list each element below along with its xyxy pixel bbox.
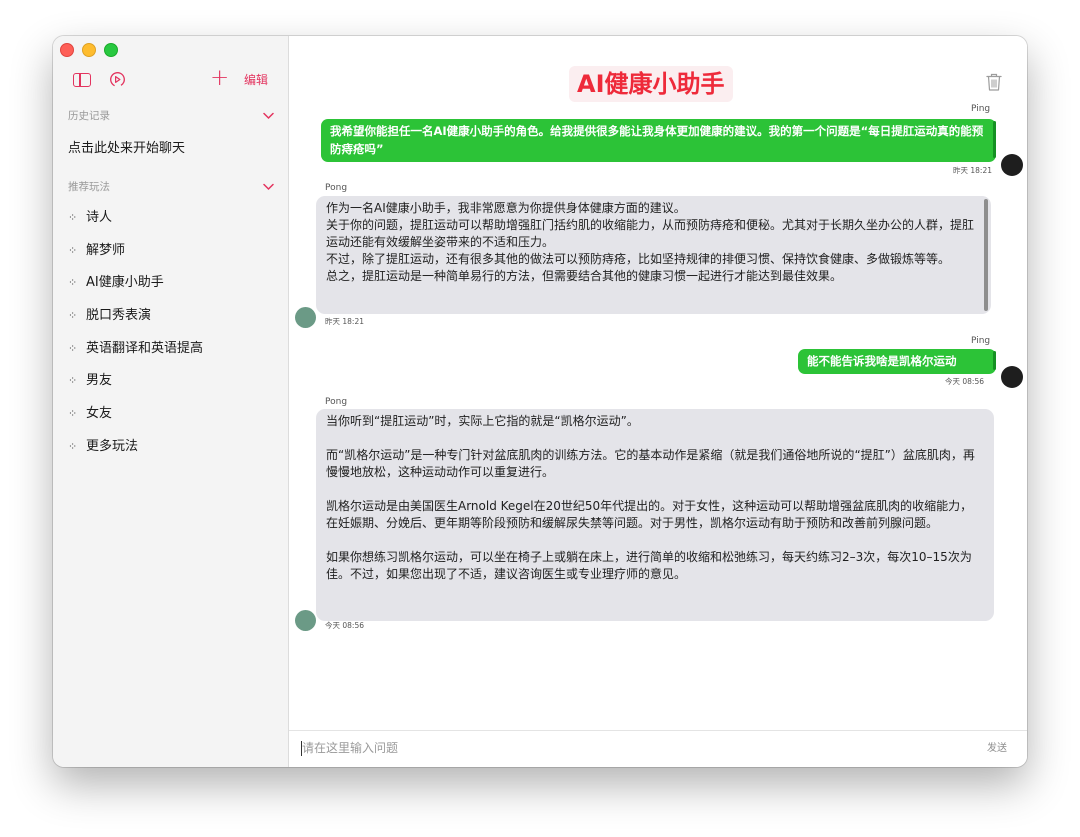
user-message-bubble: 我希望你能担任一名AI健康小助手的角色。给我提供很多能让我身体更加健康的建议。我… bbox=[321, 119, 996, 162]
sparkle-icon: ⁘ bbox=[68, 243, 78, 257]
bubble-scrollbar[interactable] bbox=[984, 199, 988, 311]
message-sender: Ping bbox=[971, 104, 991, 114]
message-paragraph: 不过，除了提肛运动，还有很多其他的做法可以预防痔疮，比如坚持规律的排便习惯、保持… bbox=[326, 252, 951, 266]
history-header-label: 历史记录 bbox=[68, 110, 110, 122]
message-text: 我希望你能担任一名AI健康小助手的角色。给我提供很多能让我身体更加健康的建议。我… bbox=[330, 124, 984, 156]
window-controls bbox=[60, 43, 118, 57]
recommend-header-label: 推荐玩法 bbox=[68, 181, 110, 193]
user-avatar[interactable] bbox=[1001, 154, 1023, 176]
recommend-list: ⁘ 诗人 ⁘ 解梦师 ⁘ AI健康小助手 ⁘ 脱口秀表演 ⁘ 英语翻译和英语提高 ⁘ 男友 … bbox=[68, 208, 278, 470]
sidebar-toolbar: + 编辑 bbox=[53, 65, 288, 92]
recommend-item-label: 英语翻译和英语提高 bbox=[86, 340, 204, 356]
message-list[interactable]: Ping 我希望你能担任一名AI健康小助手的角色。给我提供很多能让我身体更加健康… bbox=[289, 100, 1027, 730]
sparkle-icon: ⁘ bbox=[68, 374, 78, 388]
assistant-message-bubble: 当你听到“提肛运动”时，实际上它指的就是“凯格尔运动”。 而“凯格尔运动”是一种… bbox=[316, 409, 994, 621]
user-message-bubble: 能不能告诉我啥是凯格尔运动 bbox=[798, 349, 996, 374]
message-paragraph: 凯格尔运动是由美国医生Arnold Kegel在20世纪50年代提出的。对于女性… bbox=[326, 499, 973, 530]
assistant-message-bubble: 作为一名AI健康小助手，我非常愿意为你提供身体健康方面的建议。 关于你的问题，提… bbox=[316, 196, 991, 314]
text-caret bbox=[301, 741, 302, 756]
user-avatar[interactable] bbox=[1001, 366, 1023, 388]
minimize-window-button[interactable] bbox=[82, 43, 96, 57]
sparkle-icon: ⁘ bbox=[68, 341, 78, 355]
chevron-down-icon[interactable] bbox=[263, 179, 274, 195]
recommend-item-dream-interpreter[interactable]: ⁘ 解梦师 bbox=[68, 241, 278, 274]
message-time: 昨天 18:21 bbox=[325, 317, 364, 326]
recommend-item-label: 诗人 bbox=[86, 210, 113, 225]
message-paragraph: 总之，提肛运动是一种简单易行的方法，但需要结合其他的健康习惯一起进行才能达到最佳… bbox=[326, 269, 843, 283]
recommend-item-label: 男友 bbox=[86, 373, 113, 389]
close-window-button[interactable] bbox=[60, 43, 74, 57]
recommend-item-poet[interactable]: ⁘ 诗人 bbox=[68, 208, 278, 241]
recommend-item-label: AI健康小助手 bbox=[86, 275, 164, 291]
message-sender: Pong bbox=[325, 183, 348, 193]
recommend-item-english[interactable]: ⁘ 英语翻译和英语提高 bbox=[68, 339, 278, 372]
new-chat-button[interactable]: + bbox=[210, 64, 229, 92]
question-input[interactable] bbox=[299, 735, 945, 761]
recommend-item-boyfriend[interactable]: ⁘ 男友 bbox=[68, 371, 278, 404]
chevron-down-icon[interactable] bbox=[263, 108, 274, 124]
assistant-avatar[interactable] bbox=[295, 610, 316, 631]
sparkle-icon: ⁘ bbox=[68, 439, 78, 453]
send-button[interactable]: 发送 bbox=[987, 742, 1007, 756]
history-item[interactable]: 点击此处来开始聊天 bbox=[68, 140, 185, 158]
recommend-item-label: 脱口秀表演 bbox=[86, 308, 152, 324]
recommend-item-label: 解梦师 bbox=[86, 242, 126, 258]
gauge-icon[interactable] bbox=[109, 71, 126, 88]
recommend-item-label: 女友 bbox=[86, 406, 113, 422]
message-time: 今天 08:56 bbox=[325, 621, 364, 630]
recommend-item-label: 更多玩法 bbox=[86, 438, 139, 454]
message-time: 昨天 18:21 bbox=[953, 166, 992, 175]
assistant-avatar[interactable] bbox=[295, 307, 316, 328]
recommend-item-standup[interactable]: ⁘ 脱口秀表演 bbox=[68, 306, 278, 339]
message-paragraph: 而“凯格尔运动”是一种专门针对盆底肌肉的训练方法。它的基本动作是紧缩（就是我们通… bbox=[326, 448, 975, 479]
recommend-item-girlfriend[interactable]: ⁘ 女友 bbox=[68, 404, 278, 437]
message-paragraph: 关于你的问题，提肛运动可以帮助增强肛门括约肌的收缩能力，从而预防痔疮和便秘。尤其… bbox=[326, 218, 975, 249]
message-time: 今天 08:56 bbox=[945, 377, 984, 386]
sparkle-icon: ⁘ bbox=[68, 211, 78, 224]
recommend-section-header[interactable]: 推荐玩法 bbox=[68, 179, 274, 195]
history-section-header[interactable]: 历史记录 bbox=[68, 108, 274, 124]
recommend-item-health-assistant[interactable]: ⁘ AI健康小助手 bbox=[68, 273, 278, 306]
message-text: 能不能告诉我啥是凯格尔运动 bbox=[807, 354, 957, 368]
message-sender: Ping bbox=[971, 336, 991, 346]
message-paragraph: 作为一名AI健康小助手，我非常愿意为你提供身体健康方面的建议。 bbox=[326, 201, 686, 215]
message-paragraph: 如果你想练习凯格尔运动，可以坐在椅子上或躺在床上，进行简单的收缩和松弛练习，每天… bbox=[326, 550, 972, 581]
trash-icon[interactable] bbox=[985, 72, 1003, 92]
recommend-item-more[interactable]: ⁘ 更多玩法 bbox=[68, 437, 278, 470]
app-window: + 编辑 历史记录 点击此处来开始聊天 推荐玩法 ⁘ 诗人 ⁘ 解梦师 ⁘ AI健康小… bbox=[53, 36, 1027, 767]
zoom-window-button[interactable] bbox=[104, 43, 118, 57]
sparkle-icon: ⁘ bbox=[68, 309, 78, 323]
sparkle-icon: ⁘ bbox=[68, 276, 78, 290]
sidebar: + 编辑 历史记录 点击此处来开始聊天 推荐玩法 ⁘ 诗人 ⁘ 解梦师 ⁘ AI健康小… bbox=[53, 36, 289, 767]
message-paragraph: 当你听到“提肛运动”时，实际上它指的就是“凯格尔运动”。 bbox=[326, 414, 639, 428]
sidebar-toggle-icon[interactable] bbox=[73, 73, 91, 87]
message-sender: Pong bbox=[325, 397, 348, 407]
edit-button[interactable]: 编辑 bbox=[244, 72, 268, 88]
chat-panel: AI健康小助手 Ping 我希望你能担任一名AI健康小助手的角色。给我提供很多能… bbox=[289, 36, 1027, 767]
sparkle-icon: ⁘ bbox=[68, 407, 78, 421]
input-bar: 发送 bbox=[289, 730, 1027, 767]
page-title: AI健康小助手 bbox=[569, 66, 733, 102]
